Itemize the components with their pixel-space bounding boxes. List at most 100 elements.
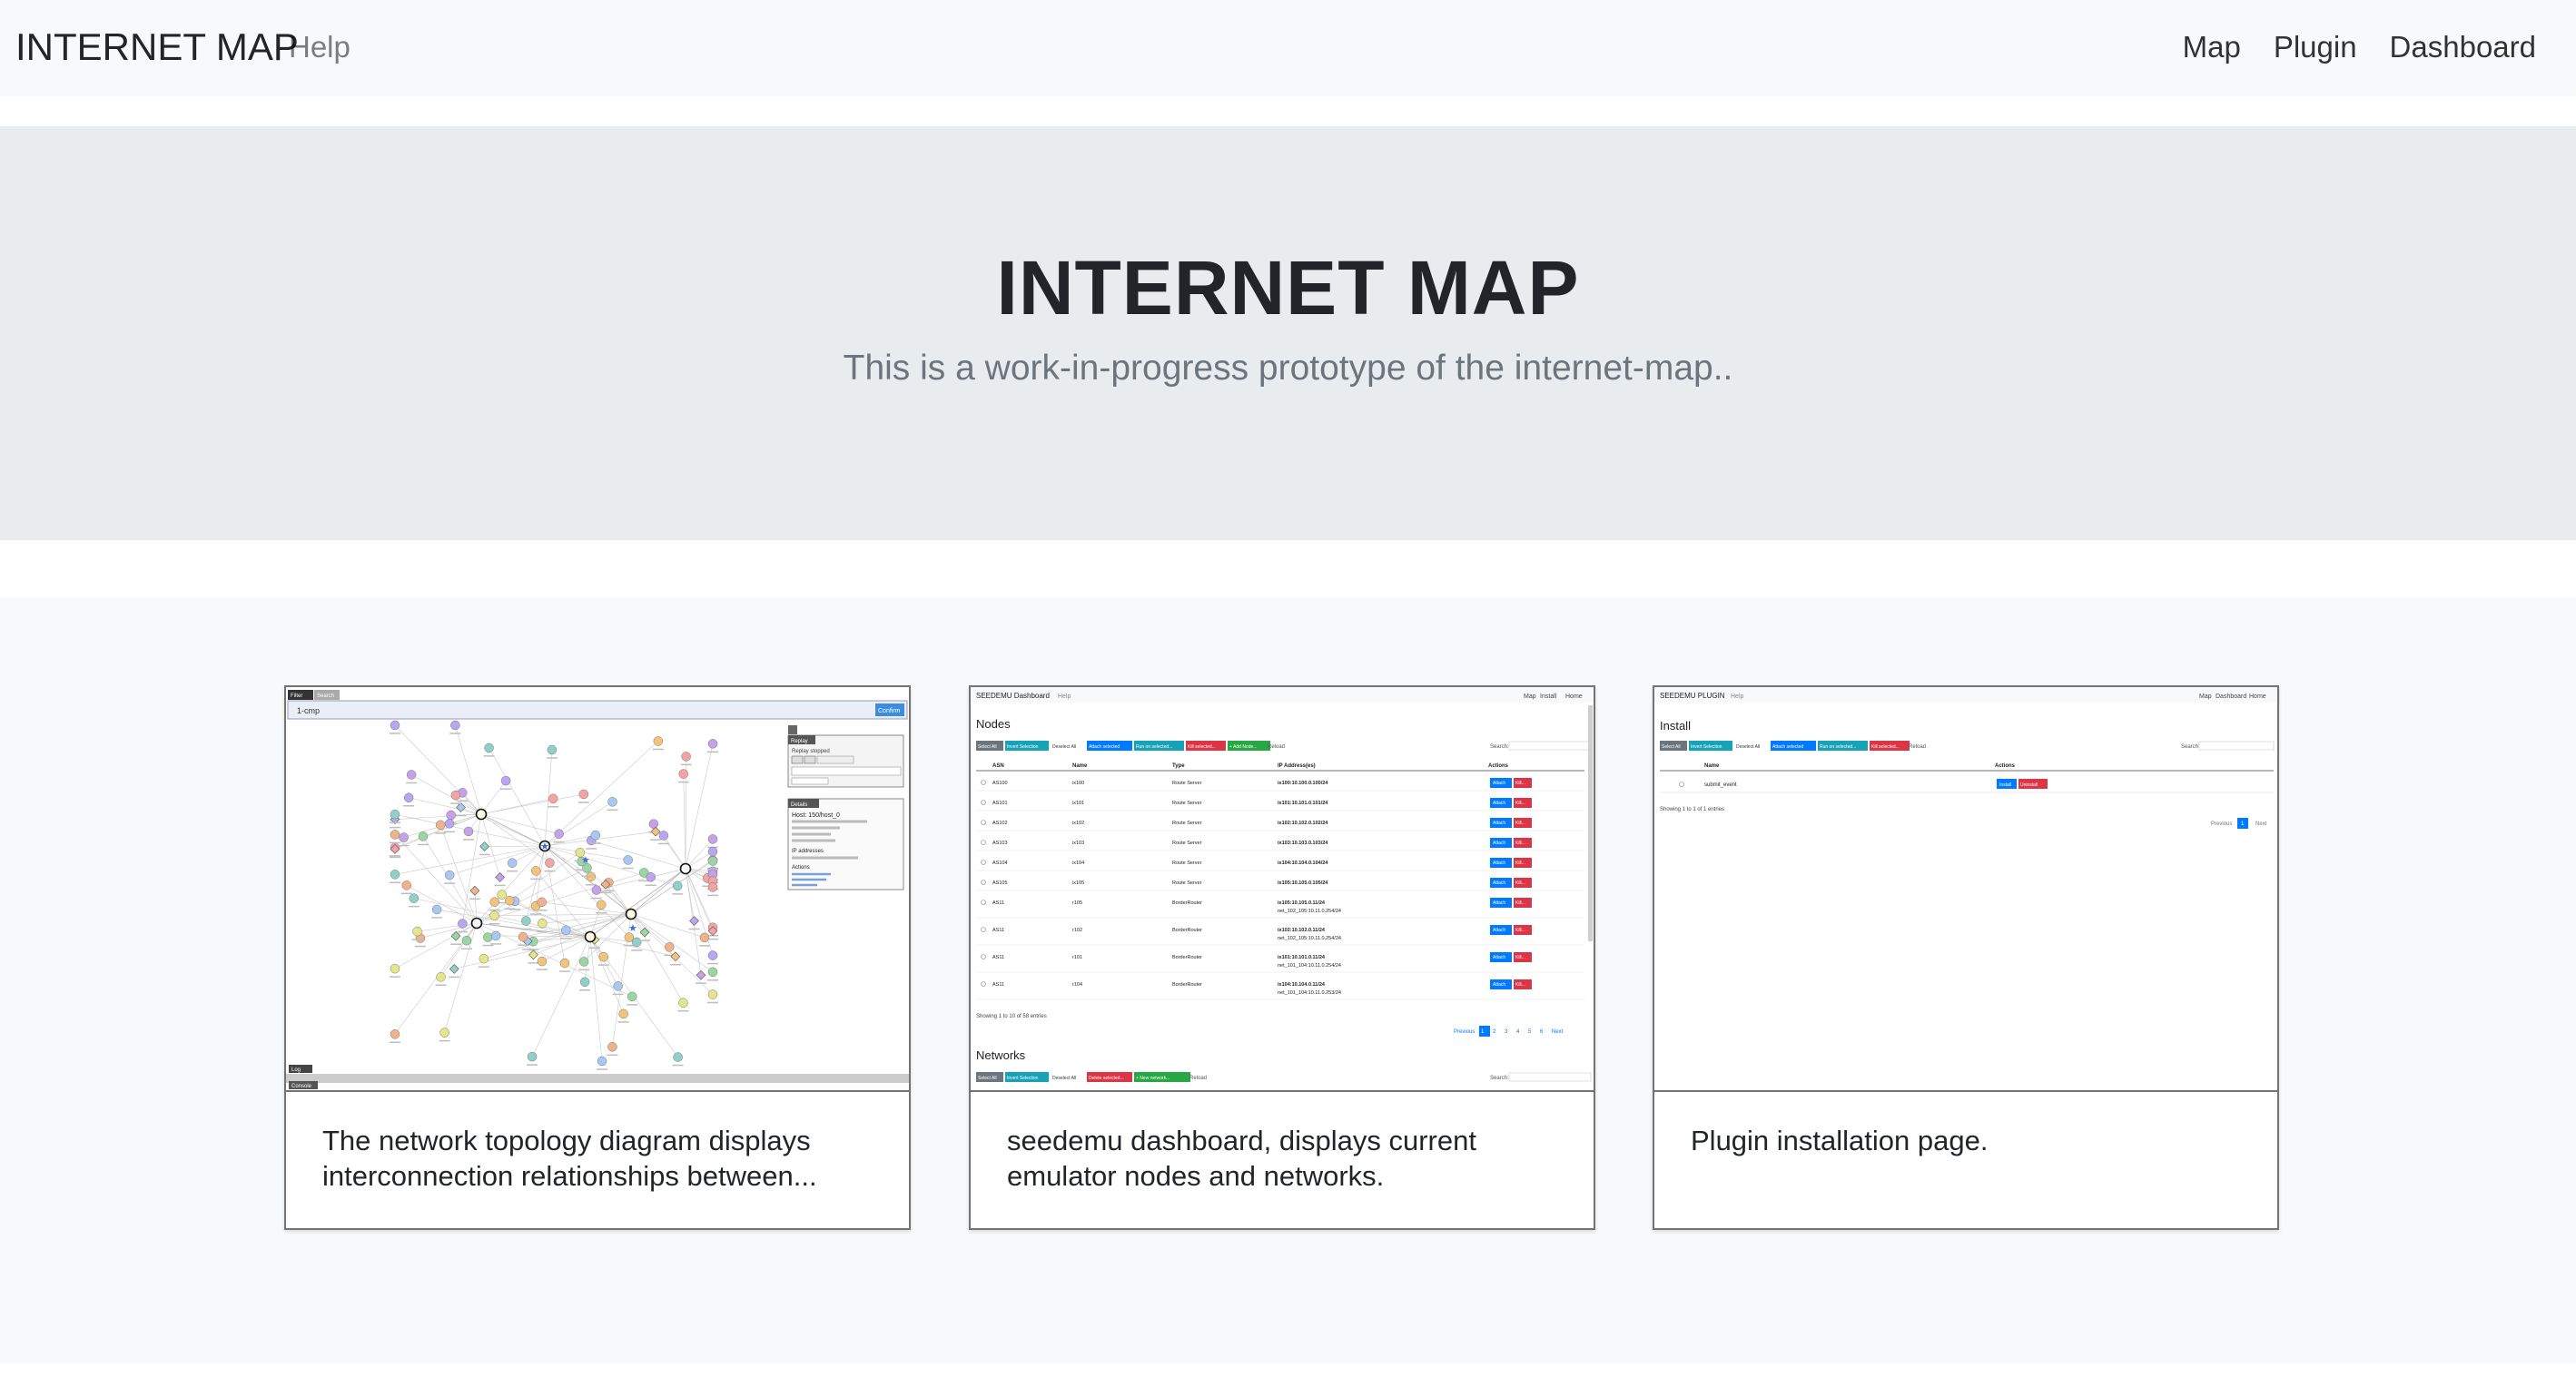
map-host-node[interactable]	[406, 770, 417, 780]
map-host-node[interactable]	[648, 819, 659, 829]
map-host-node[interactable]	[401, 880, 411, 890]
map-hub-node[interactable]	[475, 808, 488, 821]
plugin-nav-home[interactable]: Home	[2249, 694, 2266, 700]
plugin-reload[interactable]: Reload	[1909, 744, 1926, 750]
map-host-node[interactable]	[591, 885, 602, 895]
map-host-node[interactable]	[672, 880, 683, 891]
map-host-node[interactable]	[439, 1028, 449, 1038]
map-host-node[interactable]	[484, 743, 494, 753]
map-star-node[interactable]: ★	[628, 923, 637, 934]
map-host-node[interactable]	[658, 831, 669, 841]
map-host-node[interactable]	[631, 937, 642, 948]
map-host-node[interactable]	[559, 958, 570, 969]
map-host-node[interactable]	[444, 819, 455, 829]
map-host-node[interactable]	[518, 931, 528, 942]
dash-column-header[interactable]: Name	[1072, 763, 1088, 769]
map-host-node[interactable]	[418, 831, 429, 841]
map-host-node[interactable]	[590, 830, 601, 841]
map-host-node[interactable]	[623, 855, 633, 865]
map-host-node[interactable]	[390, 1029, 400, 1039]
map-host-node[interactable]	[431, 904, 442, 915]
dash-column-header[interactable]: IP Address(es)	[1278, 763, 1316, 769]
map-tab-filter[interactable]: Filter	[291, 694, 302, 699]
map-host-node[interactable]	[399, 832, 409, 842]
map-host-node[interactable]	[545, 858, 555, 868]
dash-column-header[interactable]: Actions	[1488, 763, 1509, 769]
map-hub-node[interactable]	[625, 908, 637, 920]
map-host-node[interactable]	[521, 916, 531, 926]
map-host-node[interactable]	[500, 775, 511, 786]
map-host-node[interactable]	[607, 797, 617, 807]
map-host-node[interactable]	[561, 925, 571, 936]
map-host-node[interactable]	[596, 900, 607, 910]
map-host-node[interactable]	[497, 890, 508, 900]
map-host-node[interactable]	[489, 910, 499, 920]
map-host-node[interactable]	[458, 919, 468, 929]
card-plugin[interactable]: SEEDEMU PLUGIN Help Map Dashboard Home I…	[1653, 685, 2279, 1230]
map-host-node[interactable]	[578, 789, 589, 800]
map-host-node[interactable]	[490, 930, 501, 941]
dash-column-header[interactable]: Type	[1172, 763, 1185, 769]
map-host-node[interactable]	[547, 744, 558, 755]
map-host-node[interactable]	[409, 893, 419, 903]
map-host-node[interactable]	[483, 932, 493, 942]
dash-help[interactable]: Help	[1058, 694, 1071, 700]
map-host-node[interactable]	[673, 1052, 683, 1062]
map-host-node[interactable]	[613, 981, 623, 991]
map-console-tab[interactable]: Console	[291, 1084, 312, 1089]
map-hub-node[interactable]	[584, 930, 597, 943]
map-host-node[interactable]	[530, 866, 541, 876]
plugin-search-input[interactable]	[2198, 741, 2275, 751]
map-star-node[interactable]: ★	[540, 841, 549, 852]
dash-nav-home[interactable]: Home	[1565, 694, 1583, 700]
navbar-brand[interactable]: INTERNET MAP	[15, 25, 299, 69]
map-host-node[interactable]	[707, 967, 718, 978]
map-host-node[interactable]	[390, 870, 400, 880]
map-host-node[interactable]	[390, 809, 400, 820]
map-host-node[interactable]	[444, 870, 455, 880]
dash-scrollbar[interactable]	[1588, 705, 1593, 941]
nav-link-map[interactable]: Map	[2183, 30, 2241, 64]
map-host-node[interactable]	[607, 1042, 617, 1052]
map-host-node[interactable]	[699, 932, 710, 943]
map-host-node[interactable]	[390, 963, 400, 974]
map-host-node[interactable]	[707, 882, 718, 892]
map-host-node[interactable]	[653, 736, 664, 746]
card-dashboard[interactable]: SEEDEMU Dashboard Help Map Install Home …	[969, 685, 1595, 1230]
map-host-node[interactable]	[435, 820, 446, 831]
map-host-node[interactable]	[678, 769, 688, 779]
plugin-nav-map[interactable]: Map	[2199, 694, 2212, 700]
map-host-node[interactable]	[664, 942, 675, 952]
map-filter-button[interactable]: Confirm	[878, 708, 901, 714]
map-host-node[interactable]	[527, 1051, 538, 1062]
map-host-node[interactable]	[489, 897, 499, 907]
map-host-node[interactable]	[598, 951, 609, 962]
map-host-node[interactable]	[554, 829, 564, 839]
nav-link-plugin[interactable]: Plugin	[2274, 30, 2357, 64]
map-star-node[interactable]: ★	[581, 855, 590, 866]
map-host-node[interactable]	[450, 790, 461, 801]
dash-nav-install[interactable]: Install	[1540, 694, 1557, 700]
dash-pager-item[interactable]: Next	[1552, 1029, 1564, 1035]
map-host-node[interactable]	[450, 720, 460, 731]
map-host-node[interactable]	[707, 834, 718, 844]
map-host-node[interactable]	[538, 918, 548, 929]
map-host-node[interactable]	[578, 957, 589, 967]
map-host-node[interactable]	[707, 856, 718, 866]
map-host-node[interactable]	[537, 956, 548, 967]
plugin-nav-dashboard[interactable]: Dashboard	[2216, 694, 2246, 700]
map-host-node[interactable]	[403, 792, 414, 803]
map-host-node[interactable]	[461, 935, 472, 946]
nav-help-link[interactable]: Help	[289, 30, 350, 64]
map-host-node[interactable]	[548, 793, 558, 804]
map-hub-node[interactable]	[679, 862, 692, 875]
map-search-input[interactable]: 1-cmp	[297, 706, 320, 715]
map-host-node[interactable]	[707, 989, 718, 999]
dash-column-header[interactable]: ASN	[992, 763, 1004, 769]
map-host-node[interactable]	[507, 858, 518, 868]
map-host-node[interactable]	[463, 826, 474, 837]
map-host-node[interactable]	[446, 810, 456, 821]
map-host-node[interactable]	[707, 846, 718, 857]
map-host-node[interactable]	[618, 1008, 628, 1019]
dash-search-input[interactable]	[1508, 741, 1592, 751]
